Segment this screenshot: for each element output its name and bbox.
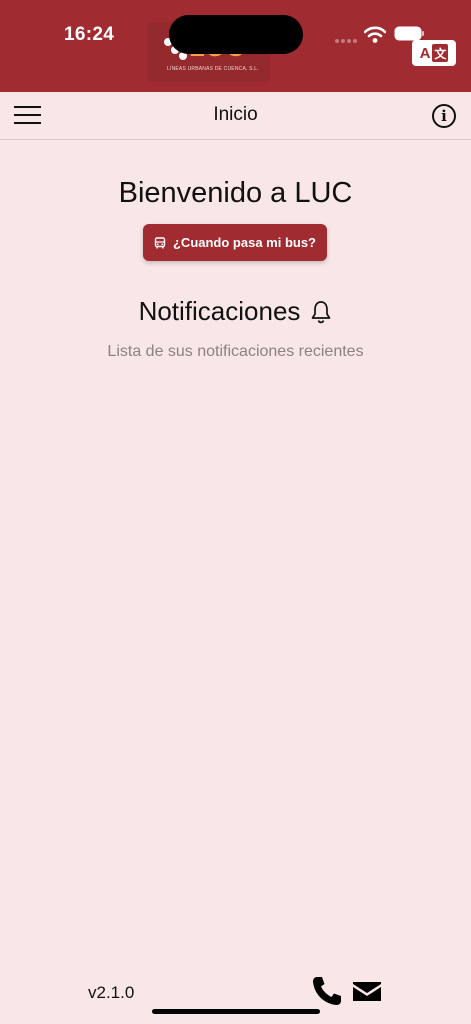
mail-icon[interactable]: [351, 979, 383, 1003]
app-version: v2.1.0: [88, 983, 135, 1002]
welcome-heading: Bienvenido a LUC: [118, 177, 353, 209]
bus-icon: [154, 236, 166, 248]
translate-a-glyph: A: [419, 44, 431, 62]
when-bus-label: ¿Cuando pasa mi bus?: [172, 235, 316, 250]
notifications-title: Notificaciones: [138, 296, 301, 326]
notifications-subtitle: Lista de sus notificaciones recientes: [107, 343, 364, 360]
page-title: Inicio: [213, 104, 258, 125]
home-indicator[interactable]: [152, 1009, 320, 1014]
translate-button[interactable]: A 文: [412, 40, 456, 66]
translate-cjk-glyph: 文: [432, 44, 449, 62]
signal-icon: [335, 39, 357, 43]
when-bus-button[interactable]: ¿Cuando pasa mi bus?: [143, 224, 327, 261]
dynamic-island: [169, 15, 303, 54]
logo-subtitle: LÍNEAS URBANAS DE CUENCA, S.L.: [167, 66, 259, 72]
wifi-icon: [364, 26, 386, 43]
info-icon[interactable]: i: [432, 104, 456, 128]
app-bar: Inicio: [0, 92, 471, 140]
status-bar: 16:24 LUC LÍNEAS URBANAS DE CUENCA, S.L.…: [0, 0, 471, 92]
status-time: 16:24: [64, 24, 115, 45]
bell-icon: [312, 300, 331, 323]
phone-icon[interactable]: [311, 975, 343, 1007]
notifications-heading: Notificaciones: [0, 296, 471, 327]
